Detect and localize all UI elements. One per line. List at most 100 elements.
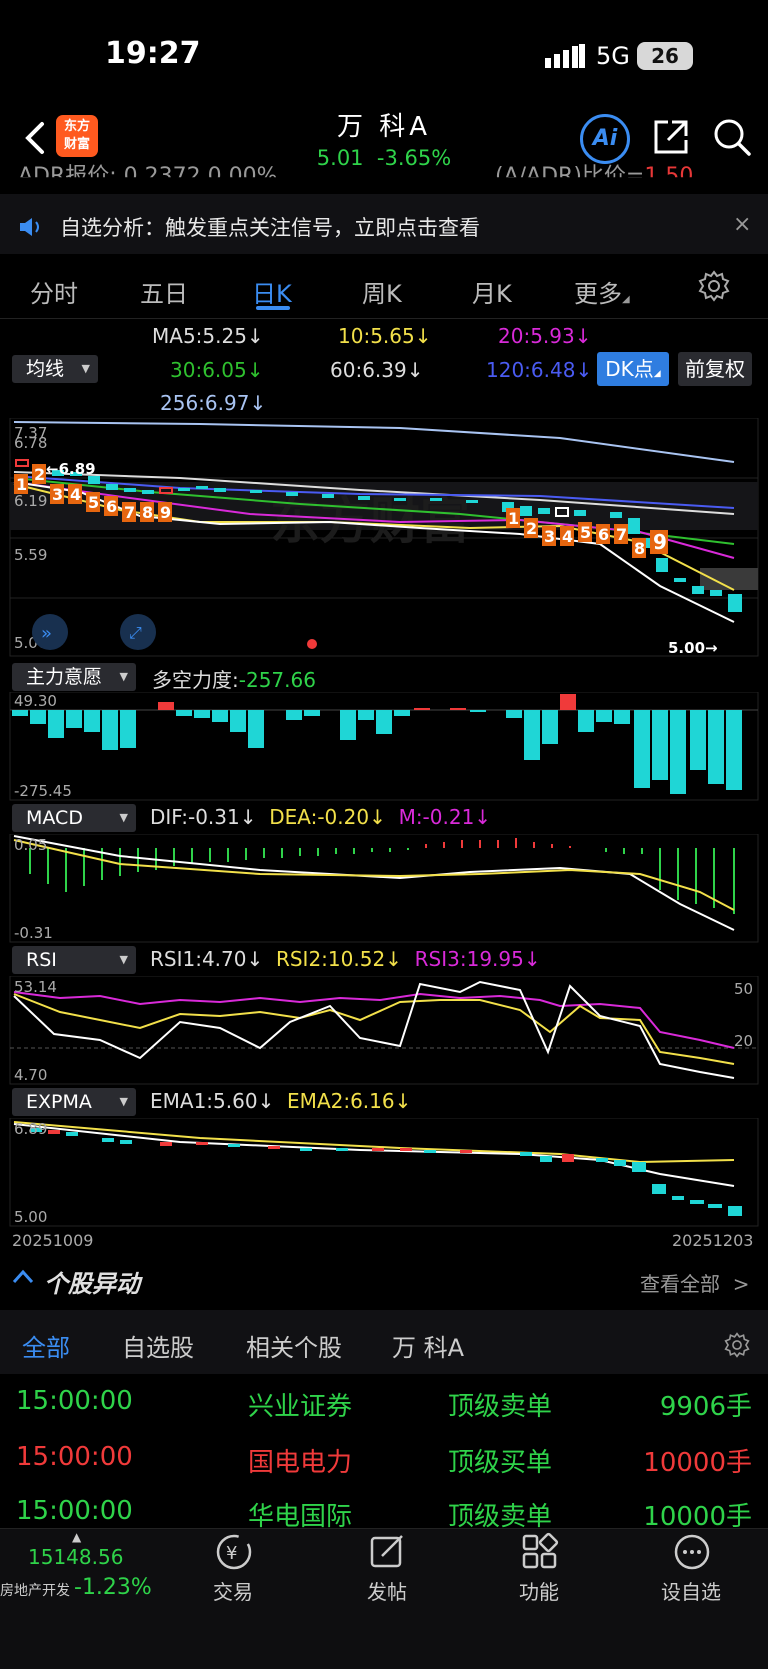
power-chart[interactable]: 49.30 -275.45	[0, 692, 768, 802]
svg-text:7: 7	[124, 503, 135, 522]
power-legend: 多空力度:-257.66	[152, 664, 316, 693]
svg-text:7: 7	[616, 525, 627, 544]
power-value: -257.66	[238, 668, 316, 692]
rsi1: RSI1:4.70↓	[150, 947, 264, 971]
subtab-all[interactable]: 全部	[22, 1328, 70, 1363]
macd-legend: DIF:-0.31↓ DEA:-0.20↓ M:-0.21↓	[150, 805, 491, 829]
dk-button[interactable]: DK点◢	[597, 352, 669, 386]
svg-text:8: 8	[142, 503, 153, 522]
index-name: 房地产开发	[0, 1583, 70, 1599]
row1-type: 顶级卖单	[448, 1392, 553, 1422]
share-icon[interactable]	[652, 118, 690, 156]
power-selector[interactable]: 主力意愿 ▼	[12, 663, 136, 691]
expma-chart[interactable]: 6.89 5.00 20251009 20251203	[0, 1118, 768, 1256]
macd-y-bottom: -0.31	[14, 924, 53, 942]
expma-y-bottom: 5.00	[14, 1208, 47, 1226]
price-change: -3.65%	[376, 146, 452, 170]
rsi-level-50: 50	[734, 980, 753, 998]
macd-chart[interactable]: 0.05 -0.31	[0, 834, 768, 944]
tab-yuek[interactable]: 月K	[472, 274, 512, 309]
view-all-link[interactable]: 查看全部 >	[640, 1268, 749, 1297]
adr-ratio-label: (A/ADR)比价=	[495, 164, 645, 189]
nav-trade[interactable]: 交易	[188, 1576, 278, 1605]
tab-zhouk[interactable]: 周K	[362, 274, 402, 309]
ma-selector[interactable]: 均线 ▼	[12, 355, 98, 383]
ema2: EMA2:6.16↓	[287, 1089, 412, 1113]
macd-y-top: 0.05	[14, 836, 47, 854]
adr-ratio-value: 1.50	[644, 164, 694, 189]
expma-selector[interactable]: EXPMA ▼	[12, 1088, 136, 1116]
subtab-stock[interactable]: 万 科A	[392, 1328, 464, 1363]
row2-vol: 10000手	[643, 1448, 752, 1478]
ma256-label: 256:6.97↓	[160, 391, 267, 415]
svg-text:2: 2	[526, 519, 537, 538]
rsi-selector-label: RSI	[26, 949, 57, 971]
ma30-label: 30:6.05↓	[170, 358, 264, 382]
row1-time: 15:00:00	[16, 1386, 133, 1416]
rsi-chart[interactable]: 53.14 4.70 50 20	[0, 976, 768, 1086]
subtab-related[interactable]: 相关个股	[246, 1328, 342, 1363]
macd-m: M:-0.21↓	[398, 805, 492, 829]
tab-rik[interactable]: 日K	[252, 274, 292, 309]
view-all-label: 查看全部	[640, 1272, 720, 1296]
svg-text:5: 5	[88, 493, 99, 512]
svg-text:4: 4	[70, 485, 81, 504]
ema1: EMA1:5.60↓	[150, 1089, 275, 1113]
post-icon[interactable]	[368, 1532, 408, 1572]
svg-text:2: 2	[34, 465, 45, 484]
notice-text: 自选分析：触发重点关注信号，立即点击查看	[60, 216, 480, 240]
caret-up-icon[interactable]: ▲	[72, 1530, 81, 1544]
speaker-icon	[20, 218, 39, 236]
tab-more[interactable]: 更多◢	[574, 274, 630, 309]
ma5-label: MA5:5.25↓	[152, 324, 264, 348]
macd-dif: DIF:-0.31↓	[150, 805, 257, 829]
macd-selector[interactable]: MACD ▼	[12, 804, 136, 832]
active-tab-indicator	[256, 306, 290, 310]
more-dots-icon[interactable]	[672, 1532, 712, 1572]
status-time: 19:27	[105, 36, 201, 71]
function-icon[interactable]	[520, 1532, 560, 1572]
power-y-bottom: -275.45	[14, 782, 72, 800]
kline-chart[interactable]: 东方财富 1 2 3 4 5 6 7 8 9 1 2 3 4 5 6 7 8 9…	[0, 418, 768, 658]
nav-post[interactable]: 发帖	[342, 1576, 432, 1605]
index-value[interactable]: 15148.56	[28, 1545, 123, 1569]
collapse-icon[interactable]	[10, 1266, 36, 1288]
date-start: 20251009	[12, 1231, 93, 1250]
rsi-selector[interactable]: RSI ▼	[12, 946, 136, 974]
high-mark: ←6.89	[46, 460, 96, 478]
subtab-watchlist[interactable]: 自选股	[122, 1328, 194, 1363]
ma10-label: 10:5.65↓	[338, 324, 432, 348]
nav-function[interactable]: 功能	[494, 1576, 584, 1605]
ma60-label: 60:6.39↓	[330, 358, 424, 382]
dk-button-label: DK点	[605, 357, 654, 381]
power-y-top: 49.30	[14, 692, 57, 710]
expma-selector-label: EXPMA	[26, 1091, 92, 1113]
rsi3: RSI3:19.95↓	[414, 947, 541, 971]
y-label-mid2: 6.19	[14, 492, 47, 510]
svg-text:9: 9	[653, 530, 667, 554]
gear-icon[interactable]	[698, 270, 730, 302]
settings-gear-icon[interactable]	[724, 1332, 750, 1358]
row1-name[interactable]: 兴业证券	[248, 1386, 352, 1423]
ai-button[interactable]: Ai	[580, 114, 630, 164]
fuquan-button[interactable]: 前复权	[678, 352, 752, 386]
event-dot[interactable]	[307, 639, 317, 649]
row2-name[interactable]: 国电电力	[248, 1442, 352, 1479]
nav-add-watchlist[interactable]: 设自选	[646, 1576, 736, 1605]
tab-wuri[interactable]: 五日	[140, 274, 188, 309]
tab-fenshi[interactable]: 分时	[30, 274, 78, 309]
search-icon[interactable]	[712, 117, 752, 157]
adr-ratio[interactable]: (A/ADR)比价=1.50	[495, 158, 694, 189]
svg-text:8: 8	[634, 539, 645, 558]
index-change: -1.23%	[74, 1575, 152, 1600]
close-icon[interactable]: ×	[733, 212, 751, 237]
trade-icon[interactable]: ¥	[214, 1532, 254, 1572]
expma-legend: EMA1:5.60↓ EMA2:6.16↓	[150, 1089, 411, 1113]
y-label-mid1: 6.78	[14, 434, 47, 452]
row3-name[interactable]: 华电国际	[248, 1496, 352, 1530]
svg-text:»: »	[41, 623, 52, 644]
tab-divider	[0, 318, 768, 319]
svg-text:5: 5	[580, 523, 591, 542]
adr-quote: ADR报价: 0.2372 0.00%	[18, 164, 278, 189]
row3-time: 15:00:00	[16, 1496, 133, 1526]
